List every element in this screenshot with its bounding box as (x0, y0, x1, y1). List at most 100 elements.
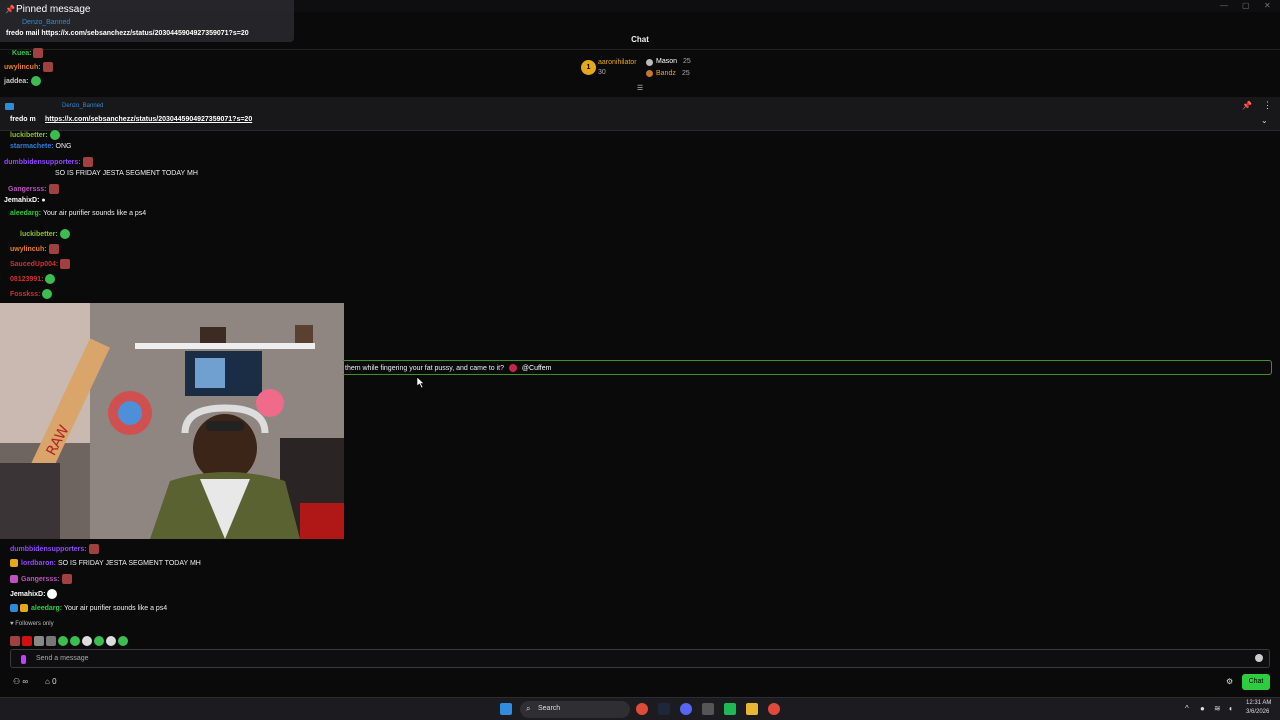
highlight-text: them while fingering your fat pussy, and… (345, 364, 505, 372)
chat-input[interactable]: Send a message (10, 649, 1270, 668)
chat-username[interactable]: Gangersss: (21, 576, 60, 583)
chat-line: lordbaron: SO IS FRIDAY JESTA SEGMENT TO… (10, 559, 201, 567)
bits-icon[interactable] (21, 655, 26, 664)
chat-username[interactable]: aleedarg: (10, 210, 41, 217)
emote-icon[interactable] (46, 635, 56, 646)
app-icon[interactable] (724, 703, 736, 715)
emote-picker-icon[interactable] (1255, 654, 1263, 662)
chat-username[interactable]: jaddea: (4, 78, 29, 85)
emote-icon[interactable] (94, 635, 104, 646)
chevron-down-icon[interactable]: ⌄ (1261, 116, 1268, 125)
microphone-icon[interactable]: ● (1200, 704, 1205, 713)
points-button[interactable]: ⌂ 0 (45, 677, 57, 686)
emote-icon[interactable] (34, 635, 44, 646)
subscriber-badge-icon (10, 575, 18, 583)
emote-icon (49, 130, 60, 140)
emote-icon (42, 62, 53, 72)
emote-icon[interactable] (70, 635, 80, 646)
leader-name[interactable]: Mason (656, 58, 677, 65)
tray-chevron-icon[interactable]: ^ (1185, 704, 1189, 713)
leader-name[interactable]: aaronihilator (598, 59, 637, 66)
pin-icon[interactable]: 📌 (1242, 101, 1252, 110)
subscriber-badge-icon (10, 559, 18, 567)
leader-score: 30 (598, 69, 606, 76)
leaderboard: 1 aaronihilator 30 Mason 25 Bandz 25 (580, 58, 708, 82)
emote-icon (48, 244, 59, 254)
clock-date[interactable]: 3/6/2026 (1246, 709, 1269, 715)
chat-username[interactable]: luckibetter: (10, 132, 48, 139)
followers-only-label: ♥ Followers only (10, 621, 54, 627)
emote-icon[interactable] (22, 635, 32, 646)
chat-message: SO IS FRIDAY JESTA SEGMENT TODAY MH (57, 559, 201, 567)
search-icon: ⌕ (526, 704, 531, 713)
highlighted-message[interactable]: them while fingering your fat pussy, and… (343, 360, 1272, 375)
emote-icon[interactable] (58, 635, 68, 646)
chat-line: Gangersss: (10, 574, 72, 584)
close-button[interactable]: ✕ (1264, 1, 1271, 10)
chat-username[interactable]: JemahixD: (4, 197, 39, 204)
settings-gear-icon[interactable]: ⚙ (1226, 677, 1233, 686)
chat-username[interactable]: Gangersss: (8, 186, 47, 193)
network-icon[interactable]: ≋ (1214, 704, 1221, 713)
chat-username[interactable]: luckibetter: (20, 231, 58, 238)
file-explorer-icon[interactable] (746, 703, 758, 715)
chrome-icon[interactable] (768, 703, 780, 715)
viewer-list-icon[interactable]: ⚇ ∞ (13, 677, 28, 686)
emote-icon (45, 274, 56, 284)
silver-medal-icon (646, 59, 653, 66)
chat-username[interactable]: Fosskss: (10, 291, 40, 298)
windows-taskbar: ⌕ Search ^ ● ≋ ◖ 12:31 AM 3/6/2026 (0, 697, 1280, 720)
windows-start-icon[interactable] (500, 703, 512, 715)
chat-message: ONG (55, 143, 72, 150)
app-icon[interactable] (702, 703, 714, 715)
rank-badge: 1 (581, 60, 596, 75)
chat-username[interactable]: Kuea: (12, 50, 31, 57)
emote-icon[interactable] (118, 635, 128, 646)
points-value: 0 (52, 677, 57, 686)
chat-username[interactable]: dumbbidensupporters: (10, 546, 87, 553)
pinned-author[interactable]: Denzo_Banned (22, 19, 70, 26)
chrome-icon[interactable] (636, 703, 648, 715)
collapse-icon[interactable]: ☰ (635, 84, 645, 92)
chat-username[interactable]: starmachete: (10, 143, 54, 150)
emote-icon (59, 229, 70, 239)
volume-icon[interactable]: ◖ (1228, 704, 1233, 713)
leader-name[interactable]: Bandz (656, 70, 676, 77)
steam-icon[interactable] (658, 703, 670, 715)
minimize-button[interactable]: — (1220, 1, 1228, 10)
chat-message: SO IS FRIDAY JESTA SEGMENT TODAY MH (55, 170, 198, 177)
emote-icon[interactable] (10, 635, 20, 646)
chat-username[interactable]: SaucedUp004: (10, 261, 58, 268)
emote-icon (82, 157, 93, 167)
chat-message: Your air purifier sounds like a ps4 (63, 604, 168, 612)
chat-line: dumbbidensupporters: (10, 544, 99, 554)
taskbar-search[interactable]: ⌕ Search (520, 701, 630, 718)
chat-username[interactable]: aleedarg: (31, 605, 62, 612)
subscriber-badge-icon (20, 604, 28, 612)
webcam-video[interactable]: RAW (0, 303, 344, 539)
emote-icon (30, 76, 41, 86)
chat-username[interactable]: uwylincuh: (10, 246, 47, 253)
chat-send-button[interactable]: Chat (1242, 674, 1270, 690)
mouse-cursor-icon (417, 377, 425, 388)
emote-icon (61, 574, 72, 584)
chat-list: dumbbidensupporters: lordbaron: SO IS FR… (0, 541, 344, 616)
pinned-message[interactable]: fredo mail https://x.com/sebsanchezz/sta… (6, 30, 249, 37)
mention-link[interactable]: @Cuffem (522, 365, 552, 372)
bronze-medal-icon (646, 70, 653, 77)
discord-icon[interactable] (680, 703, 692, 715)
chat-username[interactable]: dumbbidensupporters: (4, 159, 81, 166)
maximize-button[interactable]: ▢ (1242, 1, 1250, 10)
emote-icon[interactable] (82, 635, 92, 646)
emote-icon[interactable] (106, 635, 116, 646)
pinned-title: Pinned message (16, 4, 91, 15)
viewer-count: ∞ (22, 677, 29, 686)
chat-username[interactable]: JemahixD: (10, 591, 45, 598)
clock-time[interactable]: 12:31 AM (1246, 700, 1271, 706)
taskbar-search-label: Search (538, 705, 561, 712)
leader-score: 25 (683, 58, 691, 65)
chat-username[interactable]: lordbaron: (21, 560, 56, 567)
chat-username[interactable]: uwylincuh: (4, 64, 41, 71)
chat-username[interactable]: 08123991: (10, 276, 43, 283)
more-options-icon[interactable]: ⋮ (1263, 100, 1272, 111)
